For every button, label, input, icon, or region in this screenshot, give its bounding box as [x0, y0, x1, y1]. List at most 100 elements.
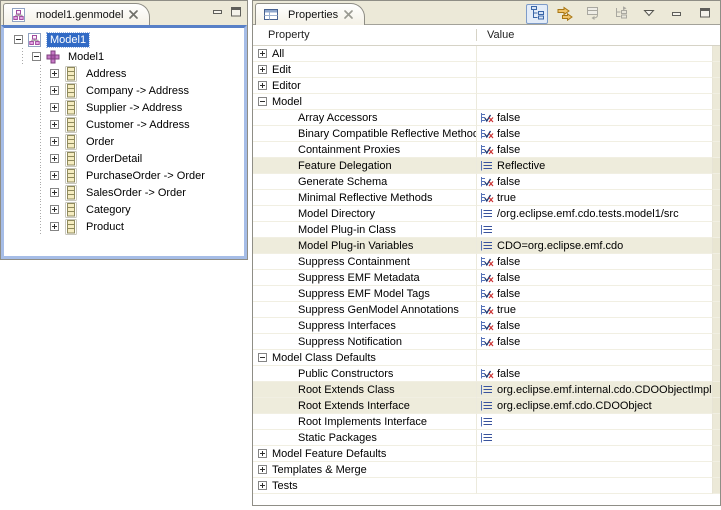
- property-value-cell[interactable]: org.eclipse.emf.cdo.CDOObject: [477, 398, 713, 414]
- property-value-cell[interactable]: CDO=org.eclipse.emf.cdo: [477, 238, 713, 254]
- tree-item[interactable]: SalesOrder -> Order: [14, 184, 244, 201]
- expand-plus-icon[interactable]: [258, 481, 267, 490]
- tree-item[interactable]: Order: [14, 133, 244, 150]
- expand-plus-icon[interactable]: [50, 86, 59, 95]
- tree-item[interactable]: PurchaseOrder -> Order: [14, 167, 244, 184]
- expand-plus-icon[interactable]: [258, 65, 267, 74]
- property-value-cell[interactable]: false: [477, 254, 713, 270]
- expand-plus-icon[interactable]: [50, 69, 59, 78]
- close-icon[interactable]: [128, 9, 139, 20]
- property-row[interactable]: Suppress Interfacesfalse: [253, 318, 720, 334]
- property-row[interactable]: Root Extends Interfaceorg.eclipse.emf.cd…: [253, 398, 720, 414]
- property-value-cell[interactable]: false: [477, 270, 713, 286]
- restore-default-value-button[interactable]: [582, 4, 604, 24]
- property-row[interactable]: Model Plug-in VariablesCDO=org.eclipse.e…: [253, 238, 720, 254]
- expand-plus-icon[interactable]: [258, 81, 267, 90]
- column-header-property[interactable]: Property: [253, 29, 477, 41]
- expand-plus-icon[interactable]: [258, 465, 267, 474]
- property-row[interactable]: Editor: [253, 78, 720, 94]
- collapse-minus-icon[interactable]: [32, 52, 41, 61]
- editor-tab[interactable]: model1.genmodel: [3, 3, 150, 25]
- property-value-cell[interactable]: [477, 462, 713, 478]
- property-value-cell[interactable]: false: [477, 110, 713, 126]
- property-value-cell[interactable]: [477, 430, 713, 446]
- tree-item[interactable]: Model1: [14, 48, 244, 65]
- expand-plus-icon[interactable]: [50, 120, 59, 129]
- tree-item[interactable]: Company -> Address: [14, 82, 244, 99]
- expand-plus-icon[interactable]: [50, 103, 59, 112]
- property-value-cell[interactable]: [477, 222, 713, 238]
- property-value-cell[interactable]: [477, 350, 713, 366]
- property-value-cell[interactable]: [477, 414, 713, 430]
- filter-button[interactable]: [610, 4, 632, 24]
- property-value-cell[interactable]: false: [477, 174, 713, 190]
- property-value-cell[interactable]: false: [477, 286, 713, 302]
- collapse-minus-icon[interactable]: [14, 35, 23, 44]
- property-row[interactable]: Suppress EMF Model Tagsfalse: [253, 286, 720, 302]
- property-row[interactable]: Binary Compatible Reflective Methodsfals…: [253, 126, 720, 142]
- property-row[interactable]: Generate Schemafalse: [253, 174, 720, 190]
- property-row[interactable]: Templates & Merge: [253, 462, 720, 478]
- property-row[interactable]: All: [253, 46, 720, 62]
- property-value-cell[interactable]: false: [477, 126, 713, 142]
- expand-plus-icon[interactable]: [50, 188, 59, 197]
- property-value-cell[interactable]: [477, 46, 713, 62]
- property-value-cell[interactable]: true: [477, 302, 713, 318]
- properties-tab[interactable]: Properties: [255, 3, 365, 25]
- minimize-icon[interactable]: [213, 10, 223, 15]
- tree-item[interactable]: Category: [14, 201, 244, 218]
- property-row[interactable]: Static Packages: [253, 430, 720, 446]
- property-value-cell[interactable]: [477, 62, 713, 78]
- expand-plus-icon[interactable]: [258, 449, 267, 458]
- expand-plus-icon[interactable]: [50, 154, 59, 163]
- property-row[interactable]: Suppress Containmentfalse: [253, 254, 720, 270]
- property-value-cell[interactable]: true: [477, 190, 713, 206]
- property-row[interactable]: Containment Proxiesfalse: [253, 142, 720, 158]
- property-row[interactable]: Suppress GenModel Annotationstrue: [253, 302, 720, 318]
- property-value-cell[interactable]: Reflective: [477, 158, 713, 174]
- property-value-cell[interactable]: false: [477, 142, 713, 158]
- property-row[interactable]: Suppress EMF Metadatafalse: [253, 270, 720, 286]
- property-value-cell[interactable]: false: [477, 366, 713, 382]
- property-row[interactable]: Tests: [253, 478, 720, 494]
- property-row[interactable]: Suppress Notificationfalse: [253, 334, 720, 350]
- expand-plus-icon[interactable]: [50, 171, 59, 180]
- property-row[interactable]: Array Accessorsfalse: [253, 110, 720, 126]
- minimize-button[interactable]: [666, 4, 688, 24]
- expand-plus-icon[interactable]: [50, 205, 59, 214]
- property-value-cell[interactable]: [477, 446, 713, 462]
- property-row[interactable]: Model Feature Defaults: [253, 446, 720, 462]
- property-row[interactable]: Minimal Reflective Methodstrue: [253, 190, 720, 206]
- show-advanced-properties-button[interactable]: [554, 4, 576, 24]
- property-row[interactable]: Model Directory/org.eclipse.emf.cdo.test…: [253, 206, 720, 222]
- property-row[interactable]: Model: [253, 94, 720, 110]
- expand-plus-icon[interactable]: [50, 137, 59, 146]
- collapse-minus-icon[interactable]: [258, 97, 267, 106]
- property-row[interactable]: Feature DelegationReflective: [253, 158, 720, 174]
- property-value-cell[interactable]: false: [477, 318, 713, 334]
- tree-item[interactable]: Customer -> Address: [14, 116, 244, 133]
- view-menu-button[interactable]: [638, 4, 660, 24]
- property-row[interactable]: Root Extends Classorg.eclipse.emf.intern…: [253, 382, 720, 398]
- property-row[interactable]: Model Plug-in Class: [253, 222, 720, 238]
- tree-item[interactable]: Product: [14, 218, 244, 235]
- maximize-button[interactable]: [694, 4, 716, 24]
- show-categories-button[interactable]: [526, 4, 548, 24]
- property-row[interactable]: Public Constructorsfalse: [253, 366, 720, 382]
- tree-item[interactable]: Address: [14, 65, 244, 82]
- property-value-cell[interactable]: org.eclipse.emf.internal.cdo.CDOObjectIm…: [477, 382, 713, 398]
- property-row[interactable]: Edit: [253, 62, 720, 78]
- expand-plus-icon[interactable]: [50, 222, 59, 231]
- tree-item[interactable]: Supplier -> Address: [14, 99, 244, 116]
- close-icon[interactable]: [343, 9, 354, 20]
- property-value-cell[interactable]: false: [477, 334, 713, 350]
- property-value-cell[interactable]: /org.eclipse.emf.cdo.tests.model1/src: [477, 206, 713, 222]
- property-row[interactable]: Model Class Defaults: [253, 350, 720, 366]
- tree-item[interactable]: Model1: [14, 31, 244, 48]
- property-value-cell[interactable]: [477, 78, 713, 94]
- collapse-minus-icon[interactable]: [258, 353, 267, 362]
- column-header-value[interactable]: Value: [477, 29, 720, 41]
- maximize-icon[interactable]: [231, 7, 242, 17]
- tree-item[interactable]: OrderDetail: [14, 150, 244, 167]
- property-row[interactable]: Root Implements Interface: [253, 414, 720, 430]
